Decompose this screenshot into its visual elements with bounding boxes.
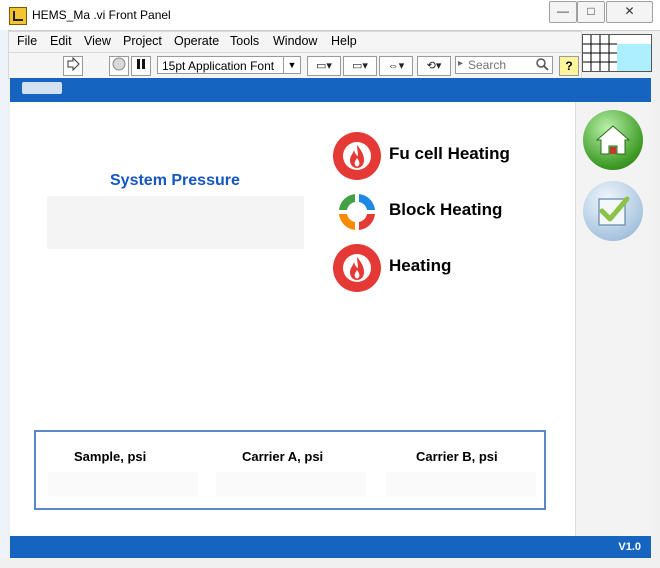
readout-label-sample: Sample, psi <box>74 449 147 464</box>
font-select-value: 15pt Application Font <box>162 59 275 73</box>
close-button[interactable]: ✕ <box>606 1 653 23</box>
align-objects-icon[interactable]: ▭▾ <box>307 56 341 76</box>
run-arrow-icon[interactable] <box>63 56 83 76</box>
readout-label-carrier-a: Carrier A, psi <box>242 449 324 464</box>
readout-value-carrier-a <box>216 472 366 496</box>
context-help-button[interactable]: ? <box>559 56 579 76</box>
footer-band: V1.0 <box>10 536 651 558</box>
menu-tools[interactable]: Tools <box>230 34 259 48</box>
reorder-icon[interactable]: ⟲▾ <box>417 56 451 76</box>
flame-icon <box>333 244 381 292</box>
menu-bar: File Edit View Project Operate Tools Win… <box>8 31 582 53</box>
check-icon <box>598 196 630 226</box>
menu-help[interactable]: Help <box>331 34 357 48</box>
maximize-button[interactable]: □ <box>577 1 605 23</box>
resize-objects-icon[interactable]: ⇔▾ <box>379 56 413 76</box>
readout-value-sample <box>48 472 198 496</box>
connector-pane-icon[interactable] <box>582 34 652 72</box>
font-select[interactable]: 15pt Application Font ▼ <box>157 56 301 74</box>
search-input[interactable] <box>468 58 526 72</box>
header-band <box>10 78 651 102</box>
home-icon <box>595 125 631 155</box>
header-label-blurred <box>22 82 62 94</box>
readout-value-carrier-b <box>386 472 536 496</box>
labview-vi-icon <box>9 7 27 25</box>
title-bar: HEMS_Ma .vi Front Panel — □ ✕ <box>0 0 660 31</box>
readout-label-carrier-b: Carrier B, psi <box>416 449 498 464</box>
status-label: Heating <box>389 256 452 275</box>
menu-project[interactable]: Project <box>123 34 162 48</box>
confirm-button[interactable] <box>583 181 643 241</box>
search-box: ▸ <box>455 56 553 74</box>
system-pressure-label: System Pressure <box>110 172 240 189</box>
home-button[interactable] <box>583 110 643 170</box>
toolbar: 15pt Application Font ▼ ▭▾ ▭▾ ⇔▾ ⟲▾ ▸ ? <box>8 52 582 79</box>
pause-icon[interactable] <box>131 56 151 76</box>
system-pressure-graph <box>47 196 304 249</box>
pressure-readouts-frame: Sample, psi Carrier A, psi Carrier B, ps… <box>34 430 546 510</box>
menu-operate[interactable]: Operate <box>174 34 219 48</box>
cycle-arrows-icon <box>333 188 381 236</box>
menu-file[interactable]: File <box>17 34 37 48</box>
menu-window[interactable]: Window <box>273 34 317 48</box>
menu-edit[interactable]: Edit <box>50 34 72 48</box>
abort-icon[interactable] <box>109 56 129 76</box>
search-icon[interactable] <box>535 57 549 76</box>
status-label: Block Heating <box>389 200 503 219</box>
distribute-objects-icon[interactable]: ▭▾ <box>343 56 377 76</box>
chevron-down-icon: ▼ <box>283 57 300 73</box>
version-label: V1.0 <box>618 541 641 553</box>
window-title: HEMS_Ma .vi Front Panel <box>32 8 171 22</box>
flame-icon <box>333 132 381 180</box>
search-arrow-icon: ▸ <box>458 58 464 69</box>
minimize-button[interactable]: — <box>549 1 577 23</box>
left-edge-grid <box>0 30 8 558</box>
menu-view[interactable]: View <box>84 34 111 48</box>
status-label: Fu cell Heating <box>389 144 510 163</box>
